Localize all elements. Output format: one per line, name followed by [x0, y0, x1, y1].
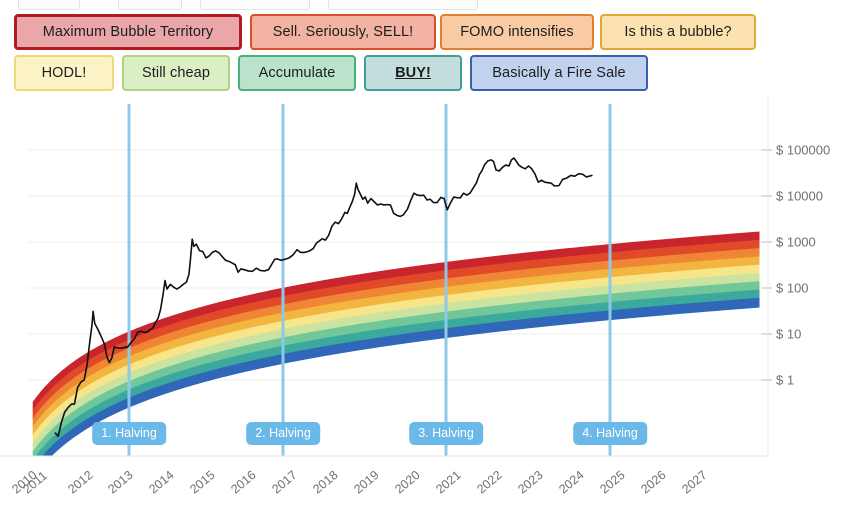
x-axis-label-2015: 2015	[187, 467, 218, 497]
x-axis-label-2019: 2019	[351, 467, 382, 497]
legend-chip-maximum-bubble-territory[interactable]: Maximum Bubble Territory	[14, 14, 242, 50]
halving-pill-3[interactable]: 3. Halving	[409, 422, 483, 445]
y-axis-label-5: $ 1	[776, 372, 795, 388]
legend-chip-accumulate[interactable]: Accumulate	[238, 55, 356, 91]
y-axis-label-0: $ 100000	[776, 142, 831, 158]
legend-chip-cut-3	[200, 0, 310, 10]
y-axis-label-1: $ 10000	[776, 188, 823, 204]
halving-pill-1[interactable]: 1. Halving	[92, 422, 166, 445]
x-axis-label-2013: 2013	[105, 467, 136, 497]
x-axis-label-2014: 2014	[146, 467, 177, 497]
rainbow-chart-svg	[0, 98, 772, 457]
y-axis-tick-marks	[762, 149, 772, 381]
legend-chip-still-cheap[interactable]: Still cheap	[122, 55, 230, 91]
legend-chip-is-this-a-bubble[interactable]: Is this a bubble?	[600, 14, 756, 50]
legend-chip-hodl[interactable]: HODL!	[14, 55, 114, 91]
x-axis-label-2020: 2020	[392, 467, 423, 497]
x-axis-label-2025: 2025	[597, 467, 628, 497]
x-axis-label-2012: 2012	[65, 467, 96, 497]
x-axis-label-2027: 2027	[679, 467, 710, 497]
y-axis-label-4: $ 10	[776, 326, 802, 342]
x-axis-label-2022: 2022	[474, 467, 505, 497]
x-axis-label-2024: 2024	[556, 467, 587, 497]
legend-chip-buy[interactable]: BUY!	[364, 55, 462, 91]
y-axis-label-2: $ 1000	[776, 234, 816, 250]
chart-plot-area: $ 100000 $ 10000 $ 1000 $ 100 $ 10 $ 1 1. Hal…	[0, 98, 850, 458]
legend-chip-cut-2	[118, 0, 182, 10]
x-axis-labels: 2010 2011 2012 2013 2014 2015 2016 2017 2018 2019…	[0, 458, 850, 516]
x-axis-label-2021: 2021	[433, 467, 464, 497]
legend-row-lower: HODL! Still cheap Accumulate BUY! Basically …	[0, 55, 850, 93]
halving-pill-2[interactable]: 2. Halving	[246, 422, 320, 445]
y-axis-label-3: $ 100	[776, 280, 809, 296]
legend-row-upper: Maximum Bubble Territory Sell. Seriously,…	[0, 14, 850, 52]
legend-chip-sell-seriously-sell[interactable]: Sell. Seriously, SELL!	[250, 14, 436, 50]
legend-chip-basically-a-fire-sale[interactable]: Basically a Fire Sale	[470, 55, 648, 91]
rainbow-chart-page: Maximum Bubble Territory Sell. Seriously,…	[0, 0, 850, 516]
x-axis-label-2026: 2026	[638, 467, 669, 497]
halving-pill-4[interactable]: 4. Halving	[573, 422, 647, 445]
legend-chip-cut-1	[18, 0, 80, 10]
legend-row-cutoff	[0, 0, 850, 10]
x-axis-label-2017: 2017	[269, 467, 300, 497]
legend-chip-cut-4	[328, 0, 478, 10]
x-axis-label-2023: 2023	[515, 467, 546, 497]
x-axis-label-2018: 2018	[310, 467, 341, 497]
legend-chip-fomo-intensifies[interactable]: FOMO intensifies	[440, 14, 594, 50]
x-axis-label-2016: 2016	[228, 467, 259, 497]
